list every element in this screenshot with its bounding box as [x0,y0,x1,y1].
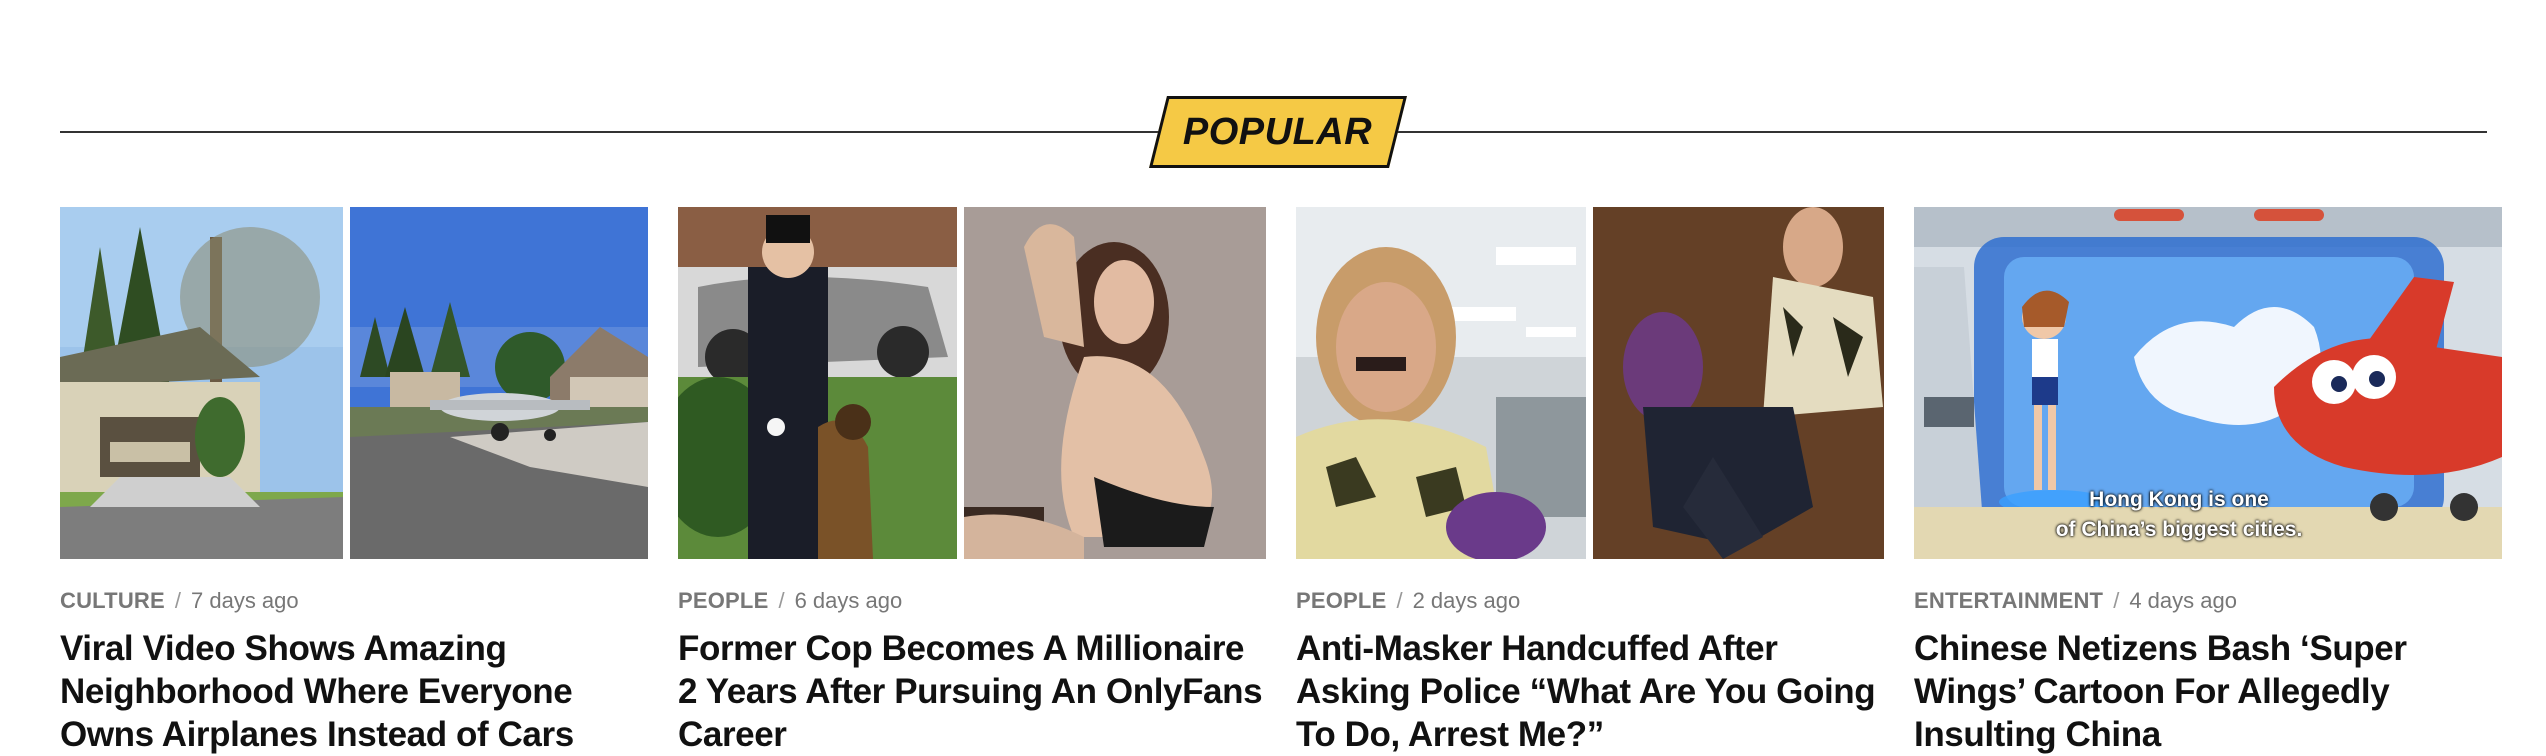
thumbnail-right [1593,207,1884,559]
article-thumbnail[interactable] [1296,207,1884,559]
article-time: 2 days ago [1412,588,1521,613]
popular-section-header: POPULAR [0,0,2546,170]
article-time: 6 days ago [794,588,903,613]
article-title[interactable]: Anti-Masker Handcuffed After Asking Poli… [1296,627,1884,756]
article-thumbnail[interactable]: Hong Kong is one of China’s biggest citi… [1914,207,2502,559]
article-title[interactable]: Chinese Netizens Bash ‘Super Wings’ Cart… [1914,627,2502,756]
thumbnail-image: Hong Kong is one of China’s biggest citi… [1914,207,2502,559]
article-category[interactable]: PEOPLE [678,588,768,613]
thumbnail-left [60,207,343,559]
article-meta: PEOPLE/2 days ago [1296,588,1521,613]
article-card-1[interactable]: CULTURE/7 days ago Viral Video Shows Ama… [60,207,648,756]
article-meta: PEOPLE/6 days ago [678,588,903,613]
article-meta: CULTURE/7 days ago [60,588,299,613]
image-caption: Hong Kong is one of China’s biggest citi… [2055,488,2303,541]
article-card-3[interactable]: PEOPLE/2 days ago Anti-Masker Handcuffed… [1296,207,1884,756]
thumbnail-right [964,207,1266,559]
article-time: 4 days ago [2129,588,2237,613]
article-category[interactable]: PEOPLE [1296,588,1386,613]
popular-badge: POPULAR [1149,96,1407,168]
thumbnail-left [678,207,957,559]
article-card-4[interactable]: Hong Kong is one of China’s biggest citi… [1914,207,2502,756]
article-time: 7 days ago [191,588,299,613]
article-meta: ENTERTAINMENT/4 days ago [1914,588,2237,613]
section-heading: POPULAR [1183,110,1373,153]
article-thumbnail[interactable] [60,207,648,559]
article-title[interactable]: Former Cop Becomes A Millionaire 2 Years… [678,627,1266,756]
article-thumbnail[interactable] [678,207,1266,559]
article-category[interactable]: CULTURE [60,588,165,613]
article-title[interactable]: Viral Video Shows Amazing Neighborhood W… [60,627,648,756]
article-category[interactable]: ENTERTAINMENT [1914,588,2103,613]
thumbnail-right [350,207,648,559]
article-card-2[interactable]: PEOPLE/6 days ago Former Cop Becomes A M… [678,207,1266,756]
thumbnail-left [1296,207,1586,559]
